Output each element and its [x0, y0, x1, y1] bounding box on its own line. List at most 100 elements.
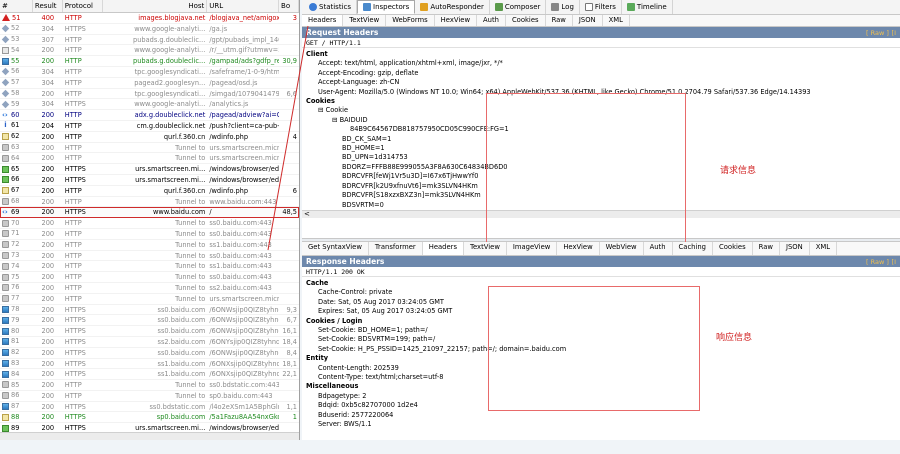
session-row[interactable]: 79 200 HTTPS ss0.baidu.com/6ONWsjip0QIZ8tyh… — [0, 315, 299, 327]
session-row[interactable]: 56 304 HTTP tpc.googlesyndicati.../safefram… — [0, 67, 299, 78]
session-row[interactable]: 52 304 HTTPS www.google-analyti.../ga.js — [0, 24, 299, 35]
column-header-body[interactable]: Bo — [279, 0, 299, 12]
request-subtab-json[interactable]: JSON — [573, 15, 603, 26]
session-row[interactable]: 87 200 HTTPS ss0.bdstatic.com/l4o2eXSm1A5Bp… — [0, 402, 299, 413]
session-row[interactable]: 57 304 HTTP pagead2.googlesyn.../pagead/osd… — [0, 78, 299, 89]
session-result-cell: 200 — [41, 132, 55, 141]
response-subtab-textview[interactable]: TextView — [464, 242, 507, 255]
session-row[interactable]: 51 400 HTTP images.blogjava.net/blogjava_ne… — [0, 13, 299, 24]
tab-inspectors[interactable]: Inspectors — [357, 0, 416, 14]
session-row[interactable]: 77 200 HTTP Tunnel tours.smartscreen.micros… — [0, 294, 299, 305]
session-url-cell: /gpt/pubads_impl_140.js — [209, 35, 279, 44]
session-row[interactable]: 62 200 HTTP qurl.f.360.cn/wdinfo.php 4 — [0, 132, 299, 143]
header-entry[interactable]: Accept-Language: zh-CN — [306, 78, 900, 87]
session-protocol-cell: HTTPS — [64, 208, 86, 217]
header-group[interactable]: Client — [306, 50, 900, 59]
session-row[interactable]: 66 200 HTTPS urs.smartscreen.mi.../windows/… — [0, 175, 299, 186]
session-protocol-cell: HTTP — [64, 35, 82, 44]
session-row[interactable]: 64 200 HTTP Tunnel tours.smartscreen.micros… — [0, 153, 299, 165]
session-row[interactable]: 73 200 HTTP Tunnel to ss0.baidu.com:443 — [0, 251, 299, 262]
session-row[interactable]: 74 200 HTTP Tunnel to ss1.baidu.com:443 — [0, 261, 299, 273]
response-subtab-hexview[interactable]: HexView — [557, 242, 600, 255]
column-header-num[interactable]: # — [0, 0, 33, 12]
session-row[interactable]: 80 200 HTTPS ss0.baidu.com/6ONWsjip0QIZ8tyh… — [0, 326, 299, 337]
session-row[interactable]: 68 200 HTTP Tunnel to www.baidu.com:443 — [0, 197, 299, 208]
session-row[interactable]: 88 200 HTTPS sp0.baidu.com/5a1Fazu8AA54nxGk… — [0, 412, 299, 424]
response-extra-link[interactable]: [I — [892, 258, 896, 266]
session-row[interactable]: 72 200 HTTP Tunnel to ss1.baidu.com:443 — [0, 240, 299, 251]
session-row[interactable]: 75 200 HTTP Tunnel to ss0.baidu.com:443 — [0, 272, 299, 283]
response-subtab-raw[interactable]: Raw — [753, 242, 780, 255]
request-subtab-auth[interactable]: Auth — [477, 15, 506, 26]
session-row[interactable]: 63 200 HTTP Tunnel tours.smartscreen.micros… — [0, 143, 299, 154]
request-subtab-raw[interactable]: Raw — [546, 15, 573, 26]
session-row[interactable]: 76 200 HTTP Tunnel to ss2.baidu.com:443 — [0, 283, 299, 294]
session-host-cell: www.google-analyti... — [134, 24, 206, 33]
response-subtab-imageview[interactable]: ImageView — [507, 242, 558, 255]
response-subtab-json[interactable]: JSON — [780, 242, 810, 255]
request-subtab-xml[interactable]: XML — [603, 15, 630, 26]
session-row[interactable]: 59 304 HTTPS www.google-analyti.../analytic… — [0, 99, 299, 111]
request-subtab-hexview[interactable]: HexView — [435, 15, 477, 26]
response-subtab-get-syntaxview[interactable]: Get SyntaxView — [302, 242, 369, 255]
request-subtab-textview[interactable]: TextView — [343, 15, 387, 26]
image-icon — [2, 338, 9, 346]
scroll-left-arrow-icon[interactable]: < — [304, 210, 310, 218]
tab-log[interactable]: Log — [546, 0, 580, 14]
session-row[interactable]: 85 200 HTTP Tunnel to ss0.bdstatic.com:443 — [0, 380, 299, 391]
request-extra-link[interactable]: [I — [892, 29, 896, 37]
session-row[interactable]: 53 307 HTTP pubads.g.doubleclic.../gpt/puba… — [0, 35, 299, 46]
column-header-url[interactable]: URL — [207, 0, 280, 12]
session-num: 55 — [11, 56, 20, 65]
session-result-cell: 200 — [41, 305, 55, 314]
header-entry[interactable]: Bduserid: 2577220064 — [306, 411, 900, 420]
tab-autoresponder[interactable]: AutoResponder — [415, 0, 490, 14]
session-row[interactable]: 84 200 HTTPS ss1.baidu.com/6ONXsjip0QIZ8tyh… — [0, 369, 299, 381]
response-raw-link[interactable]: [ Raw ] — [866, 258, 889, 266]
cached-diamond-icon — [1, 89, 10, 98]
session-row[interactable]: 65 200 HTTPS urs.smartscreen.mi.../windows/… — [0, 164, 299, 175]
request-subtab-cookies[interactable]: Cookies — [506, 15, 546, 26]
column-header-protocol[interactable]: Protocol — [63, 0, 103, 12]
column-header-result[interactable]: Result — [33, 0, 63, 12]
tab-filters[interactable]: Filters — [580, 0, 622, 14]
session-row[interactable]: 83 200 HTTPS ss1.baidu.com/6ONXsjip0QIZ8tyh… — [0, 359, 299, 370]
response-section: Get SyntaxView Transformer Headers TextView… — [302, 242, 900, 438]
request-raw-link[interactable]: [ Raw ] — [866, 29, 889, 37]
response-subtab-xml[interactable]: XML — [810, 242, 838, 255]
response-subtab-cookies[interactable]: Cookies — [713, 242, 753, 255]
session-row[interactable]: 67 200 HTTP qurl.f.360.cn/wdinfo.php 6 — [0, 186, 299, 197]
session-row[interactable]: 81 200 HTTPS ss2.baidu.com/6ONYsjip0QIZ8tyh… — [0, 337, 299, 348]
session-row[interactable]: 54 200 HTTP www.google-analyti.../r/__utm.g… — [0, 45, 299, 57]
header-entry[interactable]: Server: BWS/1.1 — [306, 420, 900, 429]
session-body-cell — [279, 164, 299, 174]
response-subtab-webview[interactable]: WebView — [600, 242, 644, 255]
response-subtab-transformer[interactable]: Transformer — [369, 242, 423, 255]
response-subtab-auth[interactable]: Auth — [644, 242, 673, 255]
response-subtab-caching[interactable]: Caching — [673, 242, 713, 255]
tab-statistics[interactable]: Statistics — [304, 0, 357, 14]
cached-diamond-icon — [1, 24, 10, 33]
header-entry[interactable]: Accept: text/html, application/xhtml+xml… — [306, 59, 900, 68]
session-row[interactable]: 70 200 HTTP Tunnel to ss0.baidu.com:443 — [0, 218, 299, 229]
session-row[interactable]: i 61 204 HTTP cm.g.doubleclick.net/push?clie… — [0, 121, 299, 132]
request-subtab-webforms[interactable]: WebForms — [386, 15, 435, 26]
session-row[interactable]: 58 200 HTTP tpc.googlesyndicati.../simgad/1… — [0, 89, 299, 100]
header-entry[interactable]: Accept-Encoding: gzip, deflate — [306, 69, 900, 78]
column-header-host[interactable]: Host — [103, 0, 208, 12]
session-row[interactable]: ‹› 60 200 HTTP adx.g.doubleclick.net/pagead/… — [0, 110, 299, 121]
session-row[interactable]: 86 200 HTTP Tunnel to sp0.baidu.com:443 — [0, 391, 299, 402]
response-subtab-headers[interactable]: Headers — [422, 242, 464, 255]
tab-composer[interactable]: Composer — [490, 0, 547, 14]
session-row[interactable]: 55 200 HTTP pubads.g.doubleclic.../gampad/a… — [0, 56, 299, 67]
image-icon — [2, 403, 9, 411]
session-num: 52 — [11, 24, 20, 33]
composer-icon — [494, 3, 503, 11]
session-row[interactable]: ‹› 69 200 HTTPS www.baidu.com/ 48,5 — [0, 207, 299, 219]
request-subtab-headers[interactable]: Headers — [302, 15, 344, 26]
session-row[interactable]: 71 200 HTTP Tunnel to ss0.baidu.com:443 — [0, 229, 299, 240]
session-row[interactable]: 78 200 HTTPS ss0.baidu.com/6ONWsjip0QIZ8tyh… — [0, 305, 299, 316]
tab-timeline[interactable]: Timeline — [622, 0, 673, 14]
sessions-horizontal-scrollbar[interactable] — [0, 432, 299, 440]
session-row[interactable]: 82 200 HTTPS ss0.baidu.com/6ONWsjip0QIZ8tyh… — [0, 348, 299, 359]
